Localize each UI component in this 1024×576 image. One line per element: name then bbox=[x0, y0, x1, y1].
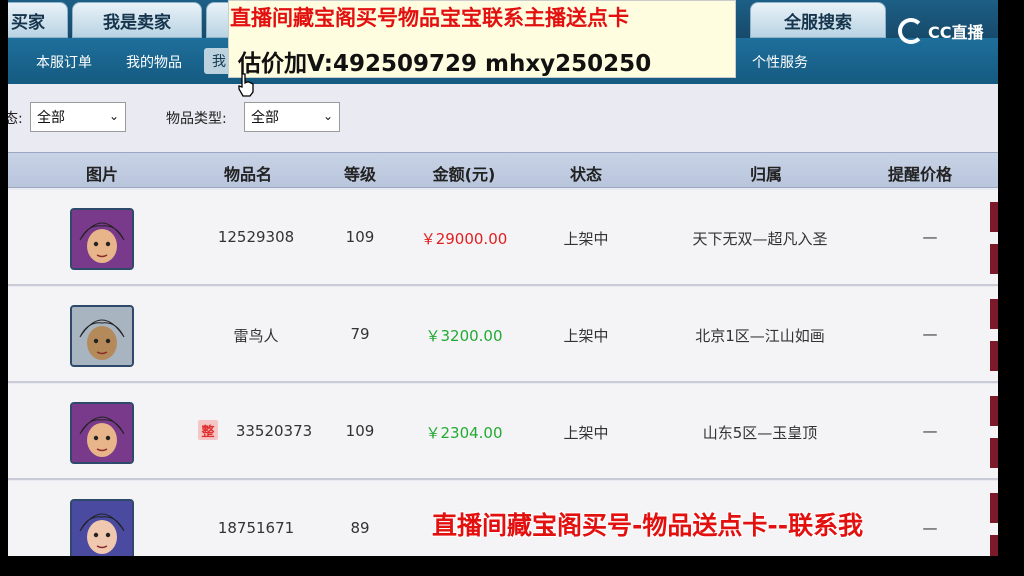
row-edge-marker bbox=[990, 244, 998, 274]
table-header: 图片 物品名 等级 金额(元) 状态 归属 提醒价格 bbox=[8, 152, 998, 188]
item-level: 109 bbox=[345, 228, 375, 246]
item-remind-price: — bbox=[922, 325, 938, 343]
item-owner: 山东5区—玉皇顶 bbox=[702, 424, 818, 442]
item-status: 上架中 bbox=[563, 424, 609, 442]
item-remind-price: — bbox=[922, 228, 938, 246]
header-image: 图片 bbox=[85, 165, 119, 184]
item-status: 上架中 bbox=[563, 327, 609, 345]
row-edge-marker bbox=[990, 341, 998, 371]
item-price: ￥3200.00 bbox=[425, 327, 503, 345]
item-name[interactable]: 12529308 bbox=[218, 228, 294, 246]
table-row[interactable]: 12529308 109 ￥29000.00 上架中 天下无双—超凡入圣 — bbox=[8, 190, 998, 286]
tab-seller[interactable]: 我是卖家 bbox=[72, 2, 202, 38]
purple-hair-hero-avatar[interactable] bbox=[70, 402, 134, 464]
item-remind-price: — bbox=[922, 422, 938, 440]
whole-account-badge: 整 bbox=[198, 420, 218, 440]
item-price: ￥29000.00 bbox=[420, 230, 508, 248]
row-edge-marker bbox=[990, 396, 998, 426]
purple-hair-hero-avatar[interactable] bbox=[70, 208, 134, 270]
item-name[interactable]: 33520373 bbox=[236, 422, 312, 440]
header-status[interactable]: 状态 bbox=[570, 161, 602, 185]
table-row[interactable]: 雷鸟人 79 ￥3200.00 上架中 北京1区—江山如画 — bbox=[8, 287, 998, 383]
header-remind-price: 提醒价格 bbox=[887, 165, 953, 184]
item-level: 109 bbox=[345, 422, 375, 440]
stream-overlay-caption: 直播间藏宝阁买号-物品送点卡--联系我 bbox=[432, 511, 864, 540]
cc-logo-text: CC直播 bbox=[928, 23, 984, 42]
trade-page: 买家 我是卖家 全服搜索 本服订单 我的物品 我 个性服务 态: 全部 ⌄ 物品… bbox=[8, 0, 998, 556]
status-filter-label: 态: bbox=[8, 111, 23, 127]
row-edge-marker bbox=[990, 438, 998, 468]
item-remind-price: — bbox=[922, 519, 938, 537]
table-row[interactable]: 整 33520373 109 ￥2304.00 上架中 山东5区—玉皇顶 — bbox=[8, 384, 998, 480]
row-edge-marker bbox=[990, 493, 998, 523]
filter-bar: 态: 全部 ⌄ 物品类型: 全部 ⌄ bbox=[8, 96, 998, 136]
tab-server-search[interactable]: 全服搜索 bbox=[750, 2, 886, 38]
status-filter-select[interactable]: 全部 ⌄ bbox=[30, 102, 126, 132]
subnav-my-items[interactable]: 我的物品 bbox=[126, 52, 182, 72]
type-filter-value: 全部 bbox=[251, 110, 279, 126]
row-edge-marker bbox=[990, 202, 998, 232]
item-level: 89 bbox=[350, 519, 370, 537]
subnav-server-orders[interactable]: 本服订单 bbox=[36, 52, 92, 72]
type-filter-label: 物品类型: bbox=[166, 111, 227, 127]
item-level: 79 bbox=[350, 325, 370, 343]
tab-buyer[interactable]: 买家 bbox=[8, 2, 68, 38]
item-name[interactable]: 雷鸟人 bbox=[233, 325, 278, 346]
hand-pointer-icon bbox=[238, 73, 254, 97]
thunderbird-monster-avatar[interactable] bbox=[70, 305, 134, 367]
chevron-down-icon: ⌄ bbox=[322, 109, 333, 123]
cc-live-logo: CC直播 bbox=[898, 16, 984, 46]
item-name[interactable]: 18751671 bbox=[218, 519, 294, 537]
row-edge-marker bbox=[990, 535, 998, 556]
status-filter-value: 全部 bbox=[37, 110, 65, 126]
item-price: ￥2304.00 bbox=[425, 424, 503, 442]
stream-overlay-headline: 直播间藏宝阁买号物品宝宝联系主播送点卡 bbox=[230, 6, 629, 30]
header-amount[interactable]: 金额(元) bbox=[433, 161, 496, 185]
chevron-down-icon: ⌄ bbox=[108, 109, 119, 123]
item-status: 上架中 bbox=[563, 230, 609, 248]
row-edge-marker bbox=[990, 299, 998, 329]
stream-overlay-contact: 估价加V:492509729 mhxy250250 bbox=[238, 51, 652, 77]
cc-logo-icon bbox=[898, 18, 924, 44]
blue-hair-heroine-avatar[interactable] bbox=[70, 499, 134, 556]
header-item-name[interactable]: 物品名 bbox=[224, 161, 272, 185]
screen: 买家 我是卖家 全服搜索 本服订单 我的物品 我 个性服务 态: 全部 ⌄ 物品… bbox=[0, 0, 1024, 576]
item-owner: 北京1区—江山如画 bbox=[695, 327, 825, 345]
header-level[interactable]: 等级 bbox=[344, 161, 376, 185]
header-owner: 归属 bbox=[749, 165, 783, 184]
subnav-personal-service[interactable]: 个性服务 bbox=[752, 52, 808, 72]
type-filter-select[interactable]: 全部 ⌄ bbox=[244, 102, 340, 132]
item-owner: 天下无双—超凡入圣 bbox=[692, 230, 828, 248]
